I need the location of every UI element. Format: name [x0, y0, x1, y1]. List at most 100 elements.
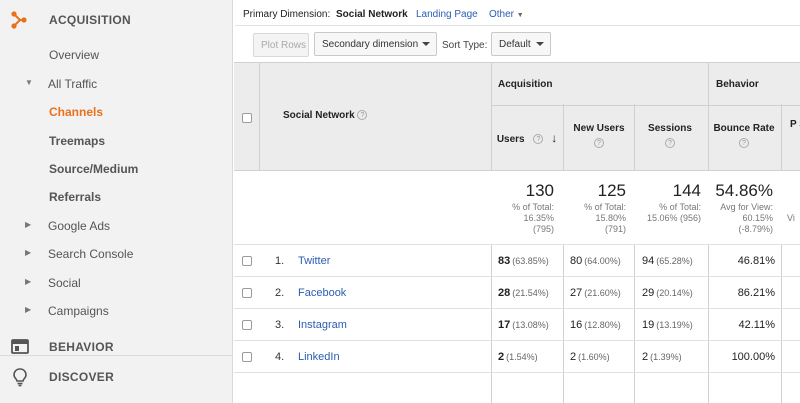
cell-sessions: 29 (20.14%): [642, 287, 693, 299]
cell-new-users-value: 2: [570, 351, 577, 363]
cell-sessions: 2 (1.39%): [642, 351, 682, 363]
dimension-social-network[interactable]: Social Network: [336, 9, 408, 20]
total-users-sub-abs: (795): [532, 224, 554, 234]
sidebar-divider: [0, 355, 233, 356]
sidebar-item-label: Search Console: [48, 247, 134, 261]
sort-arrow-down-icon[interactable]: ↓: [551, 131, 557, 145]
help-icon[interactable]: ?: [665, 138, 675, 148]
sidebar-item-label: Channels: [49, 105, 104, 119]
row-name-link[interactable]: LinkedIn: [298, 351, 340, 363]
sort-type-dropdown[interactable]: Default: [491, 32, 551, 56]
dimension-header[interactable]: Social Network ?: [283, 110, 368, 121]
sidebar-item-source-medium[interactable]: Source/Medium: [0, 157, 233, 181]
cell-new-users-value: 80: [570, 255, 583, 267]
sidebar-item-label: Referrals: [49, 190, 102, 204]
plot-rows-button[interactable]: Plot Rows: [253, 33, 309, 57]
column-sessions-label: Sessions: [648, 123, 692, 134]
caret-down-icon: ▼: [25, 78, 33, 87]
cell-new-users-pct: (64.00%): [584, 256, 621, 266]
sidebar-item-google-ads[interactable]: ▶ Google Ads: [0, 214, 233, 238]
caret-right-icon: ▶: [25, 220, 32, 229]
total-new-users: 125: [597, 181, 626, 200]
help-icon[interactable]: ?: [533, 134, 544, 145]
total-sessions-sub: % of Total: 15.06% (956): [635, 202, 701, 224]
total-new-users-sub-label: % of Total:: [584, 202, 626, 212]
group-behavior: Behavior: [716, 79, 759, 90]
sidebar-item-channels[interactable]: Channels: [0, 100, 233, 124]
acquisition-icon: [11, 11, 27, 29]
row-checkbox[interactable]: [242, 320, 252, 330]
discover-section[interactable]: DISCOVER: [0, 360, 233, 394]
sidebar-item-search-console[interactable]: ▶ Search Console: [0, 242, 233, 266]
total-bounce-rate-sub: Avg for View: 60.15% (-8.79%): [709, 202, 773, 235]
cell-new-users-pct: (1.60%): [578, 352, 610, 362]
cell-sessions: 19 (13.19%): [642, 319, 693, 331]
total-users-sub: % of Total: 16.35% (795): [492, 202, 554, 235]
table-row: 3. Instagram 17 (13.08%) 16 (12.80%) 19 (13…: [234, 308, 800, 340]
row-checkbox[interactable]: [242, 352, 252, 362]
cell-bounce-rate: 46.81%: [737, 255, 775, 267]
column-divider: [259, 62, 260, 170]
row-index: 1.: [275, 255, 285, 267]
cell-users-pct: (21.54%): [512, 288, 549, 298]
cell-sessions-pct: (13.19%): [656, 320, 693, 330]
data-table: Social Network ? Acquisition Behavior Us…: [234, 62, 800, 403]
column-users-label: Users: [496, 134, 525, 145]
sidebar-item-referrals[interactable]: Referrals: [0, 185, 233, 209]
column-bounce-rate[interactable]: Bounce Rate ?: [709, 123, 779, 148]
table-row: 1. Twitter 83 (63.85%) 80 (64.00%) 94 (65.2…: [234, 244, 800, 276]
dimension-other-label: Other: [489, 9, 515, 20]
column-partial[interactable]: P S: [790, 119, 800, 131]
cell-new-users-value: 16: [570, 319, 583, 331]
total-bounce-rate: 54.86%: [715, 181, 773, 200]
row-name-link[interactable]: Twitter: [298, 255, 330, 267]
sidebar-item-overview[interactable]: Overview: [0, 43, 233, 67]
sidebar-item-all-traffic[interactable]: ▼ All Traffic: [0, 72, 233, 96]
row-checkbox[interactable]: [242, 256, 252, 266]
cell-users-pct: (1.54%): [506, 352, 538, 362]
table-header: Social Network ? Acquisition Behavior Us…: [234, 62, 800, 170]
cell-sessions-value: 2: [642, 351, 649, 363]
dimension-landing-page[interactable]: Landing Page: [416, 9, 478, 20]
cell-users: 28 (21.54%): [498, 287, 549, 299]
column-new-users[interactable]: New Users ?: [564, 123, 634, 148]
sidebar-item-label: Social: [48, 276, 81, 290]
column-new-users-label: New Users: [573, 123, 625, 134]
dimension-other[interactable]: Other ▼: [489, 9, 524, 20]
toolbar-divider: [235, 25, 800, 26]
total-new-users-sub-abs: (791): [604, 224, 626, 234]
sidebar-item-social[interactable]: ▶ Social: [0, 271, 233, 295]
behavior-section[interactable]: BEHAVIOR: [0, 330, 233, 364]
help-icon[interactable]: ?: [594, 138, 604, 148]
sidebar-item-label: Source/Medium: [49, 162, 139, 176]
sidebar-item-label: Campaigns: [48, 304, 109, 318]
sidebar-item-campaigns[interactable]: ▶ Campaigns: [0, 299, 233, 323]
total-partial: Vi: [787, 213, 795, 223]
row-name-link[interactable]: Instagram: [298, 319, 347, 331]
sort-type-label: Sort Type:: [442, 40, 488, 51]
sidebar-item-treemaps[interactable]: Treemaps: [0, 129, 233, 153]
column-sessions[interactable]: Sessions ?: [635, 123, 705, 148]
column-users[interactable]: Users ? ↓: [492, 131, 562, 145]
cell-users-value: 28: [498, 287, 511, 299]
totals-row: 130 % of Total: 16.35% (795) 125 % of To…: [234, 170, 800, 244]
help-icon[interactable]: ?: [739, 138, 749, 148]
acquisition-section[interactable]: ACQUISITION: [0, 3, 233, 37]
total-bounce-rate-sub-pct: 60.15%: [742, 213, 773, 223]
row-checkbox[interactable]: [242, 288, 252, 298]
cell-sessions-value: 94: [642, 255, 655, 267]
cell-bounce-rate: 86.21%: [737, 287, 775, 299]
chevron-down-icon: ▼: [516, 12, 524, 19]
table-bottom-border: [234, 372, 800, 373]
row-name-link[interactable]: Facebook: [298, 287, 346, 299]
chevron-down-icon: [536, 42, 544, 46]
group-acquisition: Acquisition: [498, 79, 553, 90]
cell-new-users-pct: (12.80%): [584, 320, 621, 330]
secondary-dimension-dropdown[interactable]: Secondary dimension: [314, 32, 437, 56]
cell-users-value: 2: [498, 351, 505, 363]
help-icon[interactable]: ?: [357, 110, 368, 121]
dimension-header-label: Social Network: [283, 110, 355, 121]
plot-rows-label: Plot Rows: [261, 39, 307, 51]
caret-right-icon: ▶: [25, 305, 32, 314]
select-all-checkbox[interactable]: [242, 113, 252, 123]
